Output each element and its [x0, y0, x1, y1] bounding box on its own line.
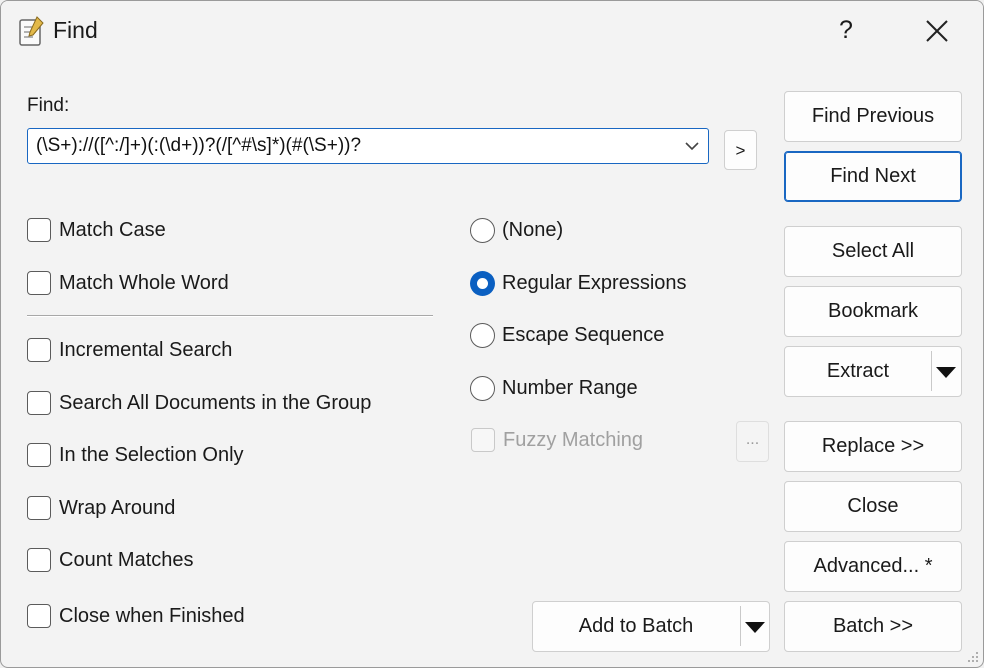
- checkbox-label: Wrap Around: [59, 496, 176, 519]
- radio-circle[interactable]: [470, 217, 495, 243]
- notepad-icon: [19, 16, 44, 46]
- mode-number-range-radio[interactable]: Number Range: [470, 373, 638, 403]
- separator: [27, 315, 433, 317]
- triangle-down-icon[interactable]: [745, 622, 765, 633]
- checkbox-box[interactable]: [27, 496, 51, 520]
- close-when-finished-checkbox[interactable]: Close when Finished: [27, 601, 245, 631]
- radio-label: Number Range: [502, 376, 638, 399]
- extract-split-button[interactable]: Extract: [784, 346, 962, 397]
- title-bar[interactable]: Find ?: [1, 1, 983, 61]
- select-all-button[interactable]: Select All: [784, 226, 962, 277]
- radio-label: Regular Expressions: [502, 271, 687, 294]
- checkbox-box[interactable]: [27, 271, 51, 295]
- close-icon[interactable]: [921, 15, 953, 47]
- split-separator: [931, 351, 932, 391]
- batch-button[interactable]: Batch >>: [784, 601, 962, 652]
- close-button[interactable]: Close: [784, 481, 962, 532]
- add-to-batch-split-button[interactable]: Add to Batch: [532, 601, 770, 652]
- match-whole-word-checkbox[interactable]: Match Whole Word: [27, 268, 229, 298]
- mode-escape-radio[interactable]: Escape Sequence: [470, 320, 664, 350]
- help-button[interactable]: ?: [833, 15, 859, 45]
- checkbox-box: [471, 428, 495, 452]
- resize-grip-icon[interactable]: [965, 649, 979, 663]
- checkbox-label: Incremental Search: [59, 338, 233, 361]
- checkbox-label: Count Matches: [59, 548, 194, 571]
- radio-label: Escape Sequence: [502, 323, 665, 346]
- match-case-checkbox[interactable]: Match Case: [27, 215, 166, 245]
- add-to-batch-label[interactable]: Add to Batch: [533, 602, 739, 650]
- fuzzy-options-button: ...: [736, 421, 769, 462]
- find-input[interactable]: [36, 129, 666, 163]
- checkbox-label: Search All Documents in the Group: [59, 391, 372, 414]
- selection-only-checkbox[interactable]: In the Selection Only: [27, 440, 244, 470]
- checkbox-box[interactable]: [27, 218, 51, 242]
- checkbox-box[interactable]: [27, 391, 51, 415]
- find-dialog: Find ? Find: > Match Case Match Whole Wo…: [0, 0, 984, 668]
- fuzzy-matching-checkbox: Fuzzy Matching: [471, 425, 643, 455]
- checkbox-box[interactable]: [27, 443, 51, 467]
- radio-circle[interactable]: [470, 375, 495, 401]
- count-matches-checkbox[interactable]: Count Matches: [27, 545, 194, 575]
- split-separator: [740, 606, 741, 646]
- checkbox-label: Match Case: [59, 218, 166, 241]
- checkbox-label: Close when Finished: [59, 604, 245, 627]
- advanced-button[interactable]: Advanced... *: [784, 541, 962, 592]
- expand-find-button[interactable]: >: [724, 130, 757, 170]
- mode-none-radio[interactable]: (None): [470, 215, 563, 245]
- checkbox-label: Fuzzy Matching: [503, 428, 644, 451]
- find-previous-button[interactable]: Find Previous: [784, 91, 962, 142]
- wrap-around-checkbox[interactable]: Wrap Around: [27, 493, 175, 523]
- find-combobox[interactable]: [27, 128, 709, 164]
- find-next-button[interactable]: Find Next: [784, 151, 962, 202]
- incremental-search-checkbox[interactable]: Incremental Search: [27, 335, 232, 365]
- checkbox-label: In the Selection Only: [59, 443, 244, 466]
- find-label: Find:: [27, 95, 70, 116]
- dialog-title: Find: [53, 17, 98, 43]
- radio-circle[interactable]: [470, 322, 495, 348]
- extract-label[interactable]: Extract: [785, 347, 931, 395]
- checkbox-box[interactable]: [27, 548, 51, 572]
- search-all-documents-checkbox[interactable]: Search All Documents in the Group: [27, 388, 371, 418]
- radio-circle-selected[interactable]: [470, 270, 495, 296]
- bookmark-button[interactable]: Bookmark: [784, 286, 962, 337]
- radio-label: (None): [502, 218, 564, 241]
- triangle-down-icon[interactable]: [936, 367, 956, 378]
- checkbox-box[interactable]: [27, 604, 51, 628]
- checkbox-box[interactable]: [27, 338, 51, 362]
- checkbox-label: Match Whole Word: [59, 271, 229, 294]
- replace-button[interactable]: Replace >>: [784, 421, 962, 472]
- chevron-down-icon[interactable]: [684, 139, 700, 153]
- mode-regex-radio[interactable]: Regular Expressions: [470, 268, 687, 298]
